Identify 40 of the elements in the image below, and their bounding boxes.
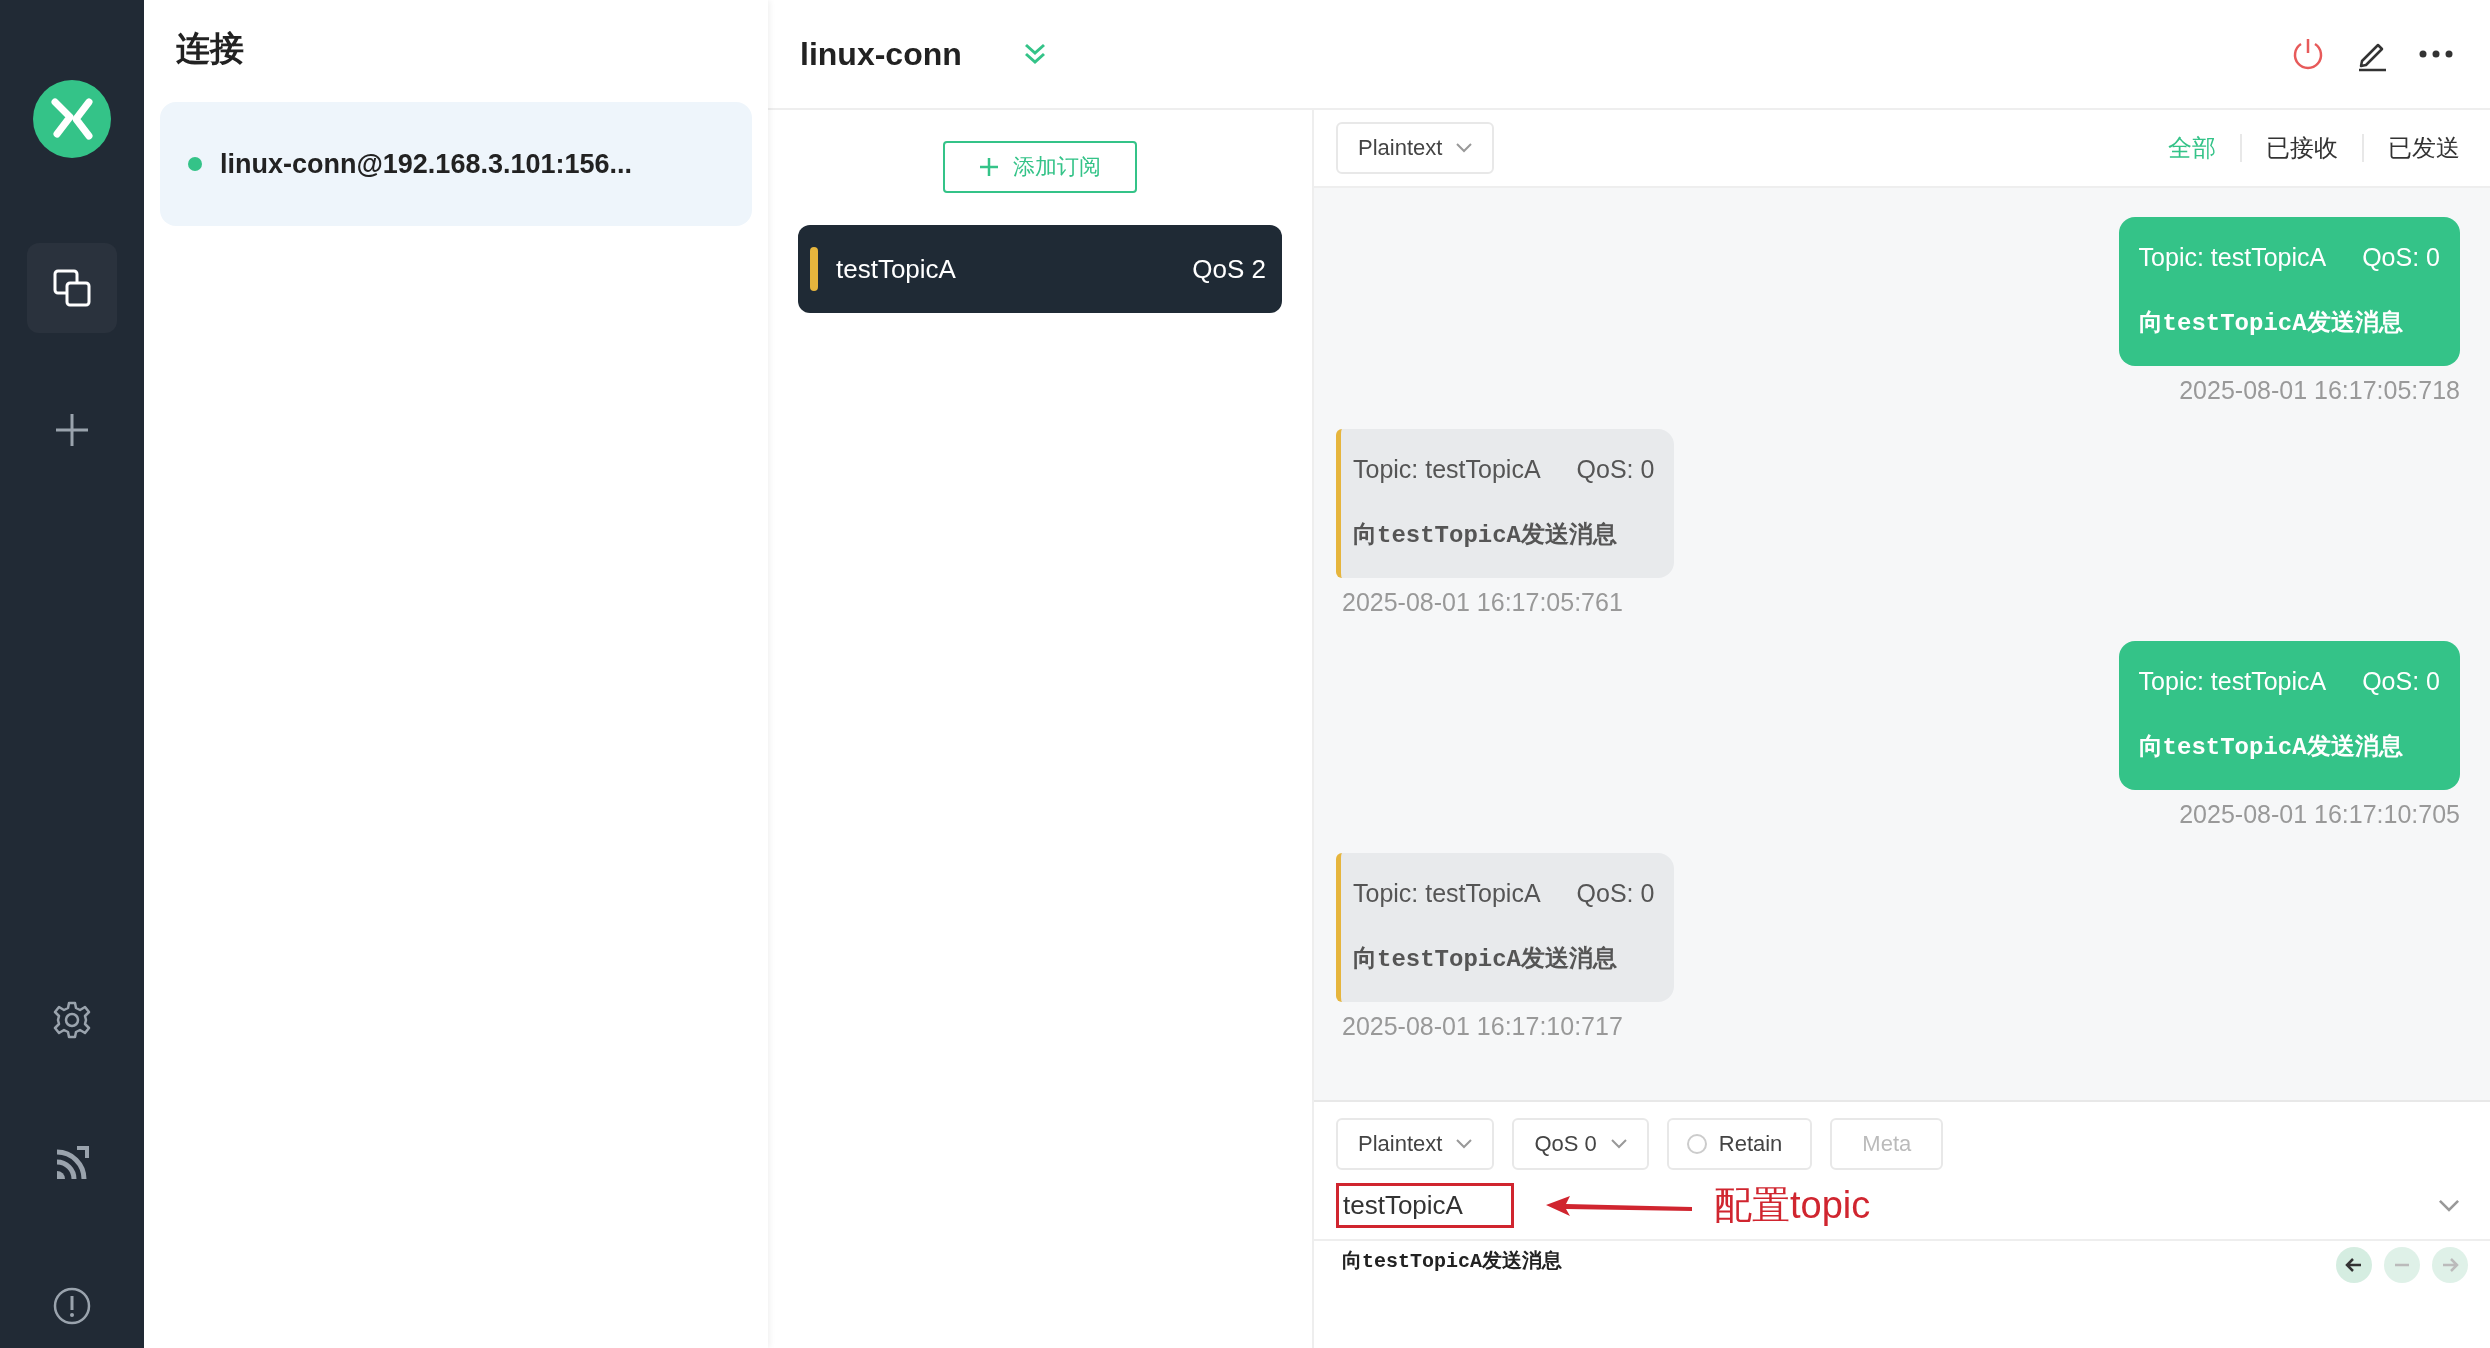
message-payload: 向testTopicA发送消息: [2138, 732, 2404, 762]
message-time: 2025-08-01 16:17:05:718: [2179, 376, 2460, 405]
message-qos: QoS: 0: [1576, 879, 1655, 908]
message-qos: QoS: 0: [2362, 243, 2440, 272]
connections-icon: [52, 268, 92, 308]
message-topic: Topic: testTopicA: [1353, 879, 1541, 908]
message-qos: QoS: 0: [1576, 455, 1655, 484]
arrow-left-icon[interactable]: [2336, 1247, 2372, 1283]
connection-title: linux-conn: [800, 35, 962, 73]
message-time: 2025-08-01 16:17:05:761: [1341, 588, 1623, 617]
panel-title: 连接: [175, 28, 245, 69]
message-topic: Topic: testTopicA: [1353, 455, 1541, 484]
annotation-label: 配置topic: [1714, 1183, 1871, 1228]
format-dropdown[interactable]: Plaintext: [1336, 122, 1495, 174]
qos-label: QoS 2: [1192, 253, 1266, 285]
connection-item[interactable]: linux-conn@192.168.3.101:156...: [160, 102, 752, 226]
payload-editor[interactable]: 向testTopicA发送消息: [1342, 1247, 1563, 1283]
message-payload: 向testTopicA发送消息: [2138, 308, 2404, 338]
nav-button[interactable]: [27, 243, 117, 333]
topic-input-field[interactable]: testTopicA: [1336, 1183, 1514, 1228]
message-qos: QoS: 0: [2362, 667, 2440, 696]
message-payload: 向testTopicA发送消息: [1353, 520, 1619, 550]
topic-name: testTopicA: [836, 253, 957, 285]
filter-tab[interactable]: 已接收: [2266, 132, 2338, 164]
connection-name: linux-conn@192.168.3.101:156...: [220, 148, 633, 180]
filter-tab[interactable]: 已发送: [2388, 132, 2460, 164]
info-icon: [52, 1286, 92, 1326]
format-dropdown[interactable]: Plaintext: [1336, 1118, 1495, 1170]
message-time: 2025-08-01 16:17:10:705: [2179, 800, 2460, 829]
plus-icon: [979, 157, 999, 177]
qos-dropdown[interactable]: QoS 0: [1512, 1118, 1649, 1170]
message-topic: Topic: testTopicA: [2138, 243, 2327, 272]
subscription-item[interactable]: testTopicA QoS 2: [798, 225, 1282, 313]
message-payload: 向testTopicA发送消息: [1353, 944, 1619, 974]
retain-toggle[interactable]: Retain: [1666, 1118, 1813, 1170]
retain-radio[interactable]: [1686, 1134, 1707, 1154]
message-topic: Topic: testTopicA: [2138, 667, 2327, 696]
more-icon[interactable]: [2418, 49, 2454, 59]
settings-icon: [52, 1000, 92, 1040]
message-time: 2025-08-01 16:17:10:717: [1341, 1012, 1623, 1041]
